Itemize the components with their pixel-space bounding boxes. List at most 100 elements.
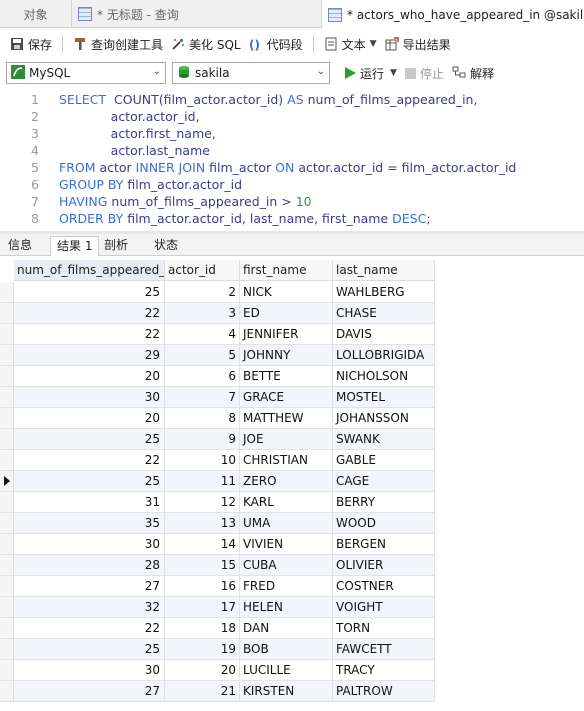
cell-actor-id[interactable]: 20	[165, 660, 240, 681]
cell-num-of-films[interactable]: 22	[14, 303, 165, 324]
cell-first-name[interactable]: CUBA	[240, 555, 333, 576]
row-indicator[interactable]	[0, 639, 14, 660]
table-row[interactable]: 22 4 JENNIFER DAVIS	[0, 324, 436, 345]
table-row[interactable]: 20 6 BETTE NICHOLSON	[0, 366, 436, 387]
table-row[interactable]: 25 19 BOB FAWCETT	[0, 639, 436, 660]
cell-num-of-films[interactable]: 25	[14, 639, 165, 660]
cell-last-name[interactable]: PALTROW	[333, 681, 435, 702]
cell-num-of-films[interactable]: 29	[14, 345, 165, 366]
cell-actor-id[interactable]: 11	[165, 471, 240, 492]
cell-actor-id[interactable]: 5	[165, 345, 240, 366]
column-header-actor-id[interactable]: actor_id	[165, 260, 240, 281]
table-row[interactable]: 22 10 CHRISTIAN GABLE	[0, 450, 436, 471]
table-row[interactable]: 20 8 MATTHEW JOHANSSON	[0, 408, 436, 429]
row-indicator[interactable]	[0, 408, 14, 429]
table-row[interactable]: 22 3 ED CHASE	[0, 303, 436, 324]
table-row[interactable]: 25 11 ZERO CAGE	[0, 471, 436, 492]
cell-actor-id[interactable]: 4	[165, 324, 240, 345]
row-indicator[interactable]	[0, 303, 14, 324]
cell-num-of-films[interactable]: 22	[14, 450, 165, 471]
explain-button[interactable]: 解释	[448, 61, 498, 85]
tab-actors-query[interactable]: * actors_who_have_appeared_in @sakila (	[322, 0, 584, 29]
cell-first-name[interactable]: MATTHEW	[240, 408, 333, 429]
cell-actor-id[interactable]: 21	[165, 681, 240, 702]
cell-num-of-films[interactable]: 22	[14, 324, 165, 345]
row-indicator[interactable]	[0, 471, 14, 492]
column-header-last-name[interactable]: last_name	[333, 260, 435, 281]
cell-first-name[interactable]: HELEN	[240, 597, 333, 618]
cell-actor-id[interactable]: 17	[165, 597, 240, 618]
export-result-button[interactable]: 导出结果	[381, 32, 455, 56]
table-row[interactable]: 25 9 JOE SWANK	[0, 429, 436, 450]
tab-status[interactable]: 状态	[148, 236, 184, 256]
cell-num-of-films[interactable]: 20	[14, 366, 165, 387]
table-row[interactable]: 22 18 DAN TORN	[0, 618, 436, 639]
cell-actor-id[interactable]: 19	[165, 639, 240, 660]
cell-last-name[interactable]: MOSTEL	[333, 387, 435, 408]
cell-num-of-films[interactable]: 25	[14, 471, 165, 492]
row-indicator[interactable]	[0, 366, 14, 387]
row-indicator[interactable]	[0, 681, 14, 702]
row-indicator[interactable]	[0, 387, 14, 408]
cell-actor-id[interactable]: 13	[165, 513, 240, 534]
cell-last-name[interactable]: TRACY	[333, 660, 435, 681]
row-indicator[interactable]	[0, 513, 14, 534]
cell-num-of-films[interactable]: 27	[14, 576, 165, 597]
cell-first-name[interactable]: KIRSTEN	[240, 681, 333, 702]
sql-editor[interactable]: 1 2 3 4 5 6 7 8 SELECT COUNT(film_actor.actor_i…	[0, 89, 584, 231]
cell-first-name[interactable]: KARL	[240, 492, 333, 513]
cell-actor-id[interactable]: 14	[165, 534, 240, 555]
cell-last-name[interactable]: COSTNER	[333, 576, 435, 597]
column-header-num-of-films[interactable]: num_of_films_appeared_in	[14, 260, 165, 281]
cell-first-name[interactable]: BETTE	[240, 366, 333, 387]
tab-objects[interactable]: 对象	[0, 0, 72, 28]
cell-num-of-films[interactable]: 30	[14, 387, 165, 408]
table-row[interactable]: 31 12 KARL BERRY	[0, 492, 436, 513]
cell-first-name[interactable]: UMA	[240, 513, 333, 534]
row-indicator[interactable]	[0, 660, 14, 681]
cell-num-of-films[interactable]: 20	[14, 408, 165, 429]
cell-first-name[interactable]: JOE	[240, 429, 333, 450]
cell-last-name[interactable]: JOHANSSON	[333, 408, 435, 429]
cell-first-name[interactable]: FRED	[240, 576, 333, 597]
cell-first-name[interactable]: GRACE	[240, 387, 333, 408]
row-indicator[interactable]	[0, 429, 14, 450]
cell-last-name[interactable]: TORN	[333, 618, 435, 639]
cell-first-name[interactable]: NICK	[240, 282, 333, 303]
query-builder-button[interactable]: 查询创建工具	[69, 32, 167, 56]
tab-result-1[interactable]: 结果 1	[50, 236, 100, 257]
table-row[interactable]: 30 7 GRACE MOSTEL	[0, 387, 436, 408]
cell-first-name[interactable]: DAN	[240, 618, 333, 639]
cell-num-of-films[interactable]: 30	[14, 660, 165, 681]
row-indicator[interactable]	[0, 282, 14, 303]
cell-last-name[interactable]: NICHOLSON	[333, 366, 435, 387]
cell-last-name[interactable]: WOOD	[333, 513, 435, 534]
table-row[interactable]: 29 5 JOHNNY LOLLOBRIGIDA	[0, 345, 436, 366]
row-indicator[interactable]	[0, 576, 14, 597]
cell-actor-id[interactable]: 8	[165, 408, 240, 429]
table-row[interactable]: 27 16 FRED COSTNER	[0, 576, 436, 597]
cell-last-name[interactable]: CHASE	[333, 303, 435, 324]
table-row[interactable]: 30 14 VIVIEN BERGEN	[0, 534, 436, 555]
save-button[interactable]: 保存	[6, 32, 56, 56]
cell-first-name[interactable]: BOB	[240, 639, 333, 660]
cell-last-name[interactable]: FAWCETT	[333, 639, 435, 660]
row-indicator[interactable]	[0, 555, 14, 576]
cell-last-name[interactable]: WAHLBERG	[333, 282, 435, 303]
table-row[interactable]: 28 15 CUBA OLIVIER	[0, 555, 436, 576]
table-row[interactable]: 32 17 HELEN VOIGHT	[0, 597, 436, 618]
cell-num-of-films[interactable]: 27	[14, 681, 165, 702]
cell-first-name[interactable]: VIVIEN	[240, 534, 333, 555]
cell-last-name[interactable]: SWANK	[333, 429, 435, 450]
run-button[interactable]: 运行 ▼	[340, 61, 401, 85]
cell-last-name[interactable]: LOLLOBRIGIDA	[333, 345, 435, 366]
database-select[interactable]: sakila ⌄	[172, 62, 330, 84]
row-indicator[interactable]	[0, 324, 14, 345]
table-row[interactable]: 30 20 LUCILLE TRACY	[0, 660, 436, 681]
cell-actor-id[interactable]: 15	[165, 555, 240, 576]
cell-num-of-films[interactable]: 32	[14, 597, 165, 618]
cell-last-name[interactable]: VOIGHT	[333, 597, 435, 618]
tab-profile[interactable]: 剖析	[98, 236, 134, 256]
cell-actor-id[interactable]: 10	[165, 450, 240, 471]
cell-last-name[interactable]: DAVIS	[333, 324, 435, 345]
